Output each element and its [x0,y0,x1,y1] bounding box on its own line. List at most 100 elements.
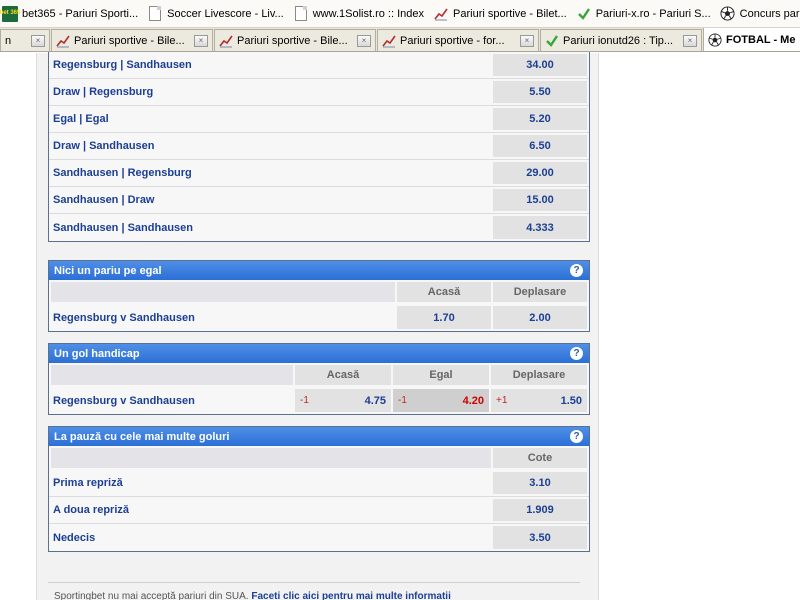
bookmark-1solist[interactable]: www.1Solist.ro :: Index [291,3,428,25]
odds-row[interactable]: Prima repriză 3.10 [49,470,589,497]
odds-row[interactable]: Nedecis 3.50 [49,524,589,551]
close-icon[interactable]: × [683,34,697,47]
odds-button[interactable]: 29.00 [493,162,587,184]
odds-button[interactable]: 6.50 [493,135,587,157]
tab-label: Pariuri ionutd26 : Tip... [563,34,674,47]
odds-button[interactable]: 5.20 [493,108,587,130]
tab-3[interactable]: Pariuri sportive - Bile... × [214,29,376,51]
footer-text: Sportingbet nu mai acceptă pariuri din S… [54,591,249,600]
bookmark-label: Concurs pariu [739,7,800,20]
column-header-row: Cote [49,446,589,470]
content-column: Regensburg | Sandhausen 34.00 Draw | Reg… [36,52,599,600]
odds-row[interactable]: Sandhausen | Regensburg 29.00 [49,160,589,187]
left-margin [0,53,36,600]
close-icon[interactable]: × [194,34,208,47]
odds-button[interactable]: 5.50 [493,81,587,103]
column-header-home: Acasă [295,365,391,385]
market-header[interactable]: Un gol handicap ? [49,344,589,363]
bookmark-label: Soccer Livescore - Liv... [167,7,284,20]
help-icon[interactable]: ? [570,430,583,443]
bookmarks-toolbar: bet 365 bet365 - Pariuri Sporti... Socce… [0,0,800,28]
odds-row: Regensburg v Sandhausen 1.70 2.00 [49,304,589,331]
selection-name: Nedecis [53,531,96,544]
odds-row[interactable]: A doua repriză 1.909 [49,497,589,524]
ball-icon [708,32,722,47]
footer-divider [48,582,580,583]
close-icon[interactable]: × [357,34,371,47]
tab-label: Pariuri sportive - for... [400,34,505,47]
tab-label: FOTBAL - Me [726,33,796,46]
selection-name: Sandhausen | Draw [53,194,155,206]
market-one-goal-handicap: Un gol handicap ? Acasă Egal Deplasare R… [48,343,590,415]
bookmark-label: www.1Solist.ro :: Index [312,7,425,20]
match-name: Regensburg v Sandhausen [53,311,195,324]
odds-button-away[interactable]: +1 1.50 [491,389,587,412]
selection-name: A doua repriză [53,504,129,516]
odds-button[interactable]: 34.00 [493,54,587,76]
chart-icon [382,34,396,48]
selection-name: Sandhausen | Sandhausen [53,221,193,234]
odds-row[interactable]: Egal | Egal 5.20 [49,106,589,133]
header-blank [51,448,491,468]
chart-icon [433,6,449,22]
handicap-line: +1 [496,395,508,406]
tab-bar: n × Pariuri sportive - Bile... × Pariuri… [0,28,800,52]
odds-row[interactable]: Draw | Sandhausen 6.50 [49,133,589,160]
column-header-away: Deplasare [493,282,587,302]
match-name: Regensburg v Sandhausen [53,394,195,407]
tab-6-active[interactable]: FOTBAL - Me [703,28,800,51]
bookmark-concurs-pariu[interactable]: Concurs pariu [718,3,800,25]
odds-row[interactable]: Sandhausen | Sandhausen 4.333 [49,214,589,241]
odds-value: 1.50 [560,394,582,407]
odds-button[interactable]: 1.909 [493,499,587,521]
help-icon[interactable]: ? [570,264,583,277]
odds-button[interactable]: 15.00 [493,189,587,211]
ball-icon [720,6,736,22]
bet365-icon: bet 365 [0,5,20,22]
selection-name: Egal | Egal [53,113,109,125]
help-icon[interactable]: ? [570,347,583,360]
market-header[interactable]: La pauză cu cele mai multe goluri ? [49,427,589,446]
odds-row[interactable]: Draw | Regensburg 5.50 [49,79,589,106]
odds-button-draw[interactable]: -1 4.20 [393,389,489,412]
close-icon[interactable]: × [31,34,45,47]
footer-note: Sportingbet nu mai acceptă pariuri din S… [54,591,451,600]
odds-button[interactable]: 4.333 [493,216,587,239]
bookmark-pariuri-x[interactable]: Pariuri-x.ro - Pariuri S... [574,3,715,25]
column-header-row: Acasă Egal Deplasare [49,363,589,387]
odds-button[interactable]: 3.10 [493,472,587,494]
tab-1[interactable]: n × [0,29,50,51]
odds-value: 4.20 [462,394,484,407]
handicap-line: -1 [398,395,407,406]
column-header-away: Deplasare [491,365,587,385]
bookmark-bet365[interactable]: bet 365 bet365 - Pariuri Sporti... [0,3,142,25]
bookmark-pariuri-sportive[interactable]: Pariuri sportive - Bilet... [431,3,571,25]
market-title: La pauză cu cele mai multe goluri [54,430,230,443]
close-icon[interactable]: × [520,34,534,47]
bookmark-soccer-livescore[interactable]: Soccer Livescore - Liv... [145,3,288,25]
selection-name: Draw | Regensburg [53,86,154,98]
odds-row[interactable]: Sandhausen | Draw 15.00 [49,187,589,214]
tab-5[interactable]: Pariuri ionutd26 : Tip... × [540,29,702,51]
odds-button[interactable]: 3.50 [493,526,587,549]
odds-button-home[interactable]: -1 4.75 [295,389,391,412]
header-blank [51,282,395,302]
odds-row: Regensburg v Sandhausen -1 4.75 -1 4.20 … [49,387,589,414]
odds-button-home[interactable]: 1.70 [397,306,491,329]
odds-row[interactable]: Regensburg | Sandhausen 34.00 [49,52,589,79]
bookmark-label: Pariuri sportive - Bilet... [453,7,567,20]
chart-icon [219,34,233,48]
tab-label: Pariuri sportive - Bile... [237,34,348,47]
footer-more-info-link[interactable]: Faceti clic aici pentru mai multe inform… [251,591,451,600]
tab-label: Pariuri sportive - Bile... [74,34,185,47]
tab-4[interactable]: Pariuri sportive - for... × [377,29,539,51]
market-title: Un gol handicap [54,347,140,360]
odds-button-away[interactable]: 2.00 [493,306,587,329]
market-title: Nici un pariu pe egal [54,264,162,277]
selection-name: Draw | Sandhausen [53,140,155,152]
header-blank [51,365,293,385]
selection-name: Prima repriză [53,477,123,489]
column-header-draw: Egal [393,365,489,385]
market-header[interactable]: Nici un pariu pe egal ? [49,261,589,280]
tab-2[interactable]: Pariuri sportive - Bile... × [51,29,213,51]
